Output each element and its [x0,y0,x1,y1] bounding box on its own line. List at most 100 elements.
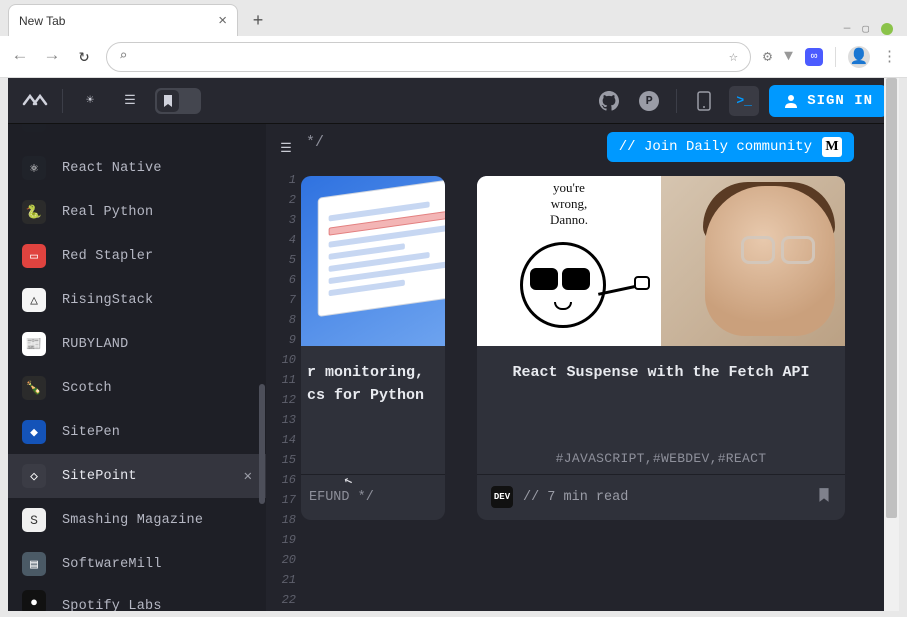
sidebar-item-label: RisingStack [62,293,153,308]
sidebar-item-label: React Native [62,161,162,176]
sidebar-scrollbar[interactable] [258,124,266,611]
line-number: 20 [266,550,296,570]
sidebar-item-label: Smashing Magazine [62,513,203,528]
source-icon: △ [22,288,46,312]
app-header: ☀ ☰ P >_ SIGN IN [8,78,899,124]
app-viewport: ☀ ☰ P >_ SIGN IN ⚛React⚛React Native🐍Rea [8,78,899,611]
sidebar-item[interactable]: ⚛ React Native [8,146,266,190]
extension-icon[interactable]: ∞ [805,48,823,66]
bookmark-icon[interactable] [817,487,831,508]
source-icon: ◇ [22,464,46,488]
comment-text: */ [306,134,324,151]
search-icon: ⌕ [119,48,127,65]
sidebar-item[interactable]: SSmashing Magazine [8,498,266,542]
profile-icon[interactable]: 👤 [848,46,870,68]
app-logo-icon[interactable] [20,86,50,116]
line-number: 17 [266,490,296,510]
tab-title: New Tab [19,14,65,28]
line-number: 9 [266,330,296,350]
sidebar-item[interactable]: 📰RUBYLAND [8,322,266,366]
nav-reload-icon[interactable]: ↻ [74,46,94,67]
card-footer: DEV // 7 min read [477,474,845,520]
sidebar-item[interactable]: ⚛React [8,124,266,146]
separator [835,47,836,67]
menu-kebab-icon[interactable]: ⋮ [882,47,897,66]
separator [62,89,63,113]
user-icon [783,93,799,109]
window-close-icon[interactable] [881,23,893,35]
line-number: 19 [266,530,296,550]
line-number: 10 [266,350,296,370]
source-icon: ▭ [22,244,46,268]
read-time: // 7 min read [523,490,628,505]
tab-close-icon[interactable]: × [218,12,227,29]
sidebar-item[interactable]: ▭Red Stapler [8,234,266,278]
sidebar-item[interactable]: △ RisingStack [8,278,266,322]
source-icon: 🐍 [22,200,46,224]
content-area: ☰ */ // Join Daily community M 123456789… [266,124,884,611]
extension-icon[interactable]: ▼ [784,48,793,65]
mobile-icon[interactable] [689,86,719,116]
terminal-icon[interactable]: >_ [729,86,759,116]
sidebar-item[interactable]: ▤SoftwareMill [8,542,266,586]
sign-in-button[interactable]: SIGN IN [769,85,887,117]
feed-card[interactable]: you're wrong, Danno. [477,176,845,520]
extension-icon[interactable]: ⚙ [763,47,772,66]
browser-chrome: New Tab × + — ▢ ← → ↻ ⌕ ☆ ⚙ ▼ ∞ 👤 ⋮ [0,0,907,78]
page-scrollbar[interactable] [884,78,899,611]
sidebar-item[interactable]: 🍾Scotch [8,366,266,410]
github-icon[interactable] [594,86,624,116]
separator [676,89,677,113]
sidebar-item-label: Scotch [62,381,112,396]
sidebar-item[interactable]: ◇ SitePoint ✕ [8,454,266,498]
extension-icons: ⚙ ▼ ∞ 👤 ⋮ [763,46,897,68]
line-number: 15 [266,450,296,470]
line-number: 11 [266,370,296,390]
source-icon: ● [22,590,46,611]
bookmark-icon [157,90,179,112]
theme-toggle-icon[interactable]: ☀ [75,86,105,116]
sidebar-list: ⚛React ⚛ React Native 🐍 Real Python ▭Red Stap… [8,124,266,611]
sign-in-label: SIGN IN [807,93,873,109]
sidebar-item-label: Real Python [62,205,153,220]
line-number: 3 [266,210,296,230]
card-image [301,176,445,346]
nav-forward-icon[interactable]: → [42,47,62,66]
source-badge: DEV [491,486,513,508]
line-number: 21 [266,570,296,590]
minimize-icon[interactable]: — [844,23,851,35]
line-number-gutter: 1234567891011121314151617181920212223 [266,170,302,611]
new-tab-button[interactable]: + [244,8,272,36]
content-menu-icon[interactable]: ☰ [274,136,298,160]
sidebar-item[interactable]: 🐍 Real Python [8,190,266,234]
scrollbar-thumb[interactable] [886,78,897,518]
meme-text: wrong, [551,196,587,212]
product-hunt-icon[interactable]: P [634,86,664,116]
line-number: 22 [266,590,296,610]
sidebar-item-label: SitePoint [62,469,137,484]
scrollbar-thumb[interactable] [259,384,265,504]
address-strip: ← → ↻ ⌕ ☆ ⚙ ▼ ∞ 👤 ⋮ [0,36,907,78]
menu-icon[interactable]: ☰ [115,86,145,116]
nav-back-icon[interactable]: ← [10,47,30,66]
maximize-icon[interactable]: ▢ [862,22,869,36]
browser-tab[interactable]: New Tab × [8,4,238,36]
sidebar-item[interactable]: ●Spotify Labs [8,586,266,611]
bookmarks-toggle[interactable] [155,88,201,114]
address-bar[interactable]: ⌕ ☆ [106,42,751,72]
sidebar-item[interactable]: ◆SitePen [8,410,266,454]
tab-strip: New Tab × + — ▢ [0,0,907,36]
meme-text: Danno. [550,212,588,228]
source-icon: ⚛ [22,156,46,180]
line-number: 16 [266,470,296,490]
bookmark-star-icon[interactable]: ☆ [729,47,738,66]
community-button[interactable]: // Join Daily community M [607,132,854,162]
close-icon[interactable]: ✕ [244,468,252,485]
line-number: 7 [266,290,296,310]
line-number: 18 [266,510,296,530]
source-icon: ◆ [22,420,46,444]
sidebar: ⚛React ⚛ React Native 🐍 Real Python ▭Red Stap… [8,124,266,611]
feed-card[interactable]: r monitoring, cs for Python ↖ EFUND */ [301,176,445,520]
community-label: // Join Daily community [619,139,812,155]
meme-face-illustration [514,228,624,338]
